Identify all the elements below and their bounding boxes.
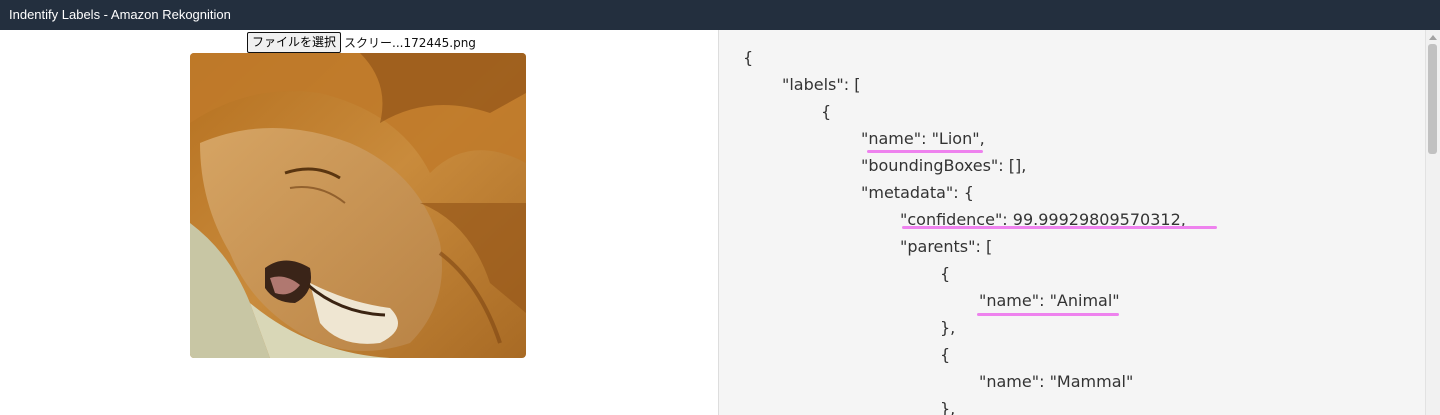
json-line: "boundingBoxes": [],	[861, 156, 1027, 175]
json-line: {	[940, 345, 951, 364]
json-line: {	[821, 102, 832, 121]
json-line: "name": "Animal"	[979, 291, 1120, 310]
window-titlebar: Indentify Labels - Amazon Rekognition	[0, 0, 1440, 30]
json-line: "labels": [	[782, 75, 861, 94]
json-line: {	[940, 264, 951, 283]
upload-pane: ファイルを選択 スクリー...172445.png	[0, 30, 718, 415]
json-line: "confidence": 99.99929809570312,	[900, 210, 1186, 229]
vertical-scrollbar[interactable]	[1425, 30, 1440, 415]
json-line: },	[940, 318, 956, 337]
json-line: "name": "Mammal"	[979, 372, 1134, 391]
scroll-up-icon[interactable]	[1429, 35, 1437, 40]
file-input[interactable]: ファイルを選択 スクリー...172445.png	[247, 31, 476, 53]
highlight-underline	[977, 313, 1119, 316]
uploaded-image	[190, 53, 526, 358]
lion-photo	[190, 53, 526, 358]
highlight-underline	[902, 226, 1217, 229]
json-line: "name": "Lion",	[861, 129, 985, 148]
json-line: "parents": [	[900, 237, 993, 256]
choose-file-button[interactable]: ファイルを選択	[247, 31, 342, 53]
json-result-pane: { "labels": [ { "name": "Lion", "boundin…	[718, 30, 1440, 415]
json-line: },	[940, 399, 956, 415]
json-line: "metadata": {	[861, 183, 974, 202]
json-line: {	[743, 48, 754, 67]
json-output: { "labels": [ { "name": "Lion", "boundin…	[719, 30, 1427, 415]
selected-file-name: スクリー...172445.png	[344, 35, 476, 50]
window-title: Indentify Labels - Amazon Rekognition	[9, 7, 231, 22]
scroll-thumb[interactable]	[1428, 44, 1437, 154]
